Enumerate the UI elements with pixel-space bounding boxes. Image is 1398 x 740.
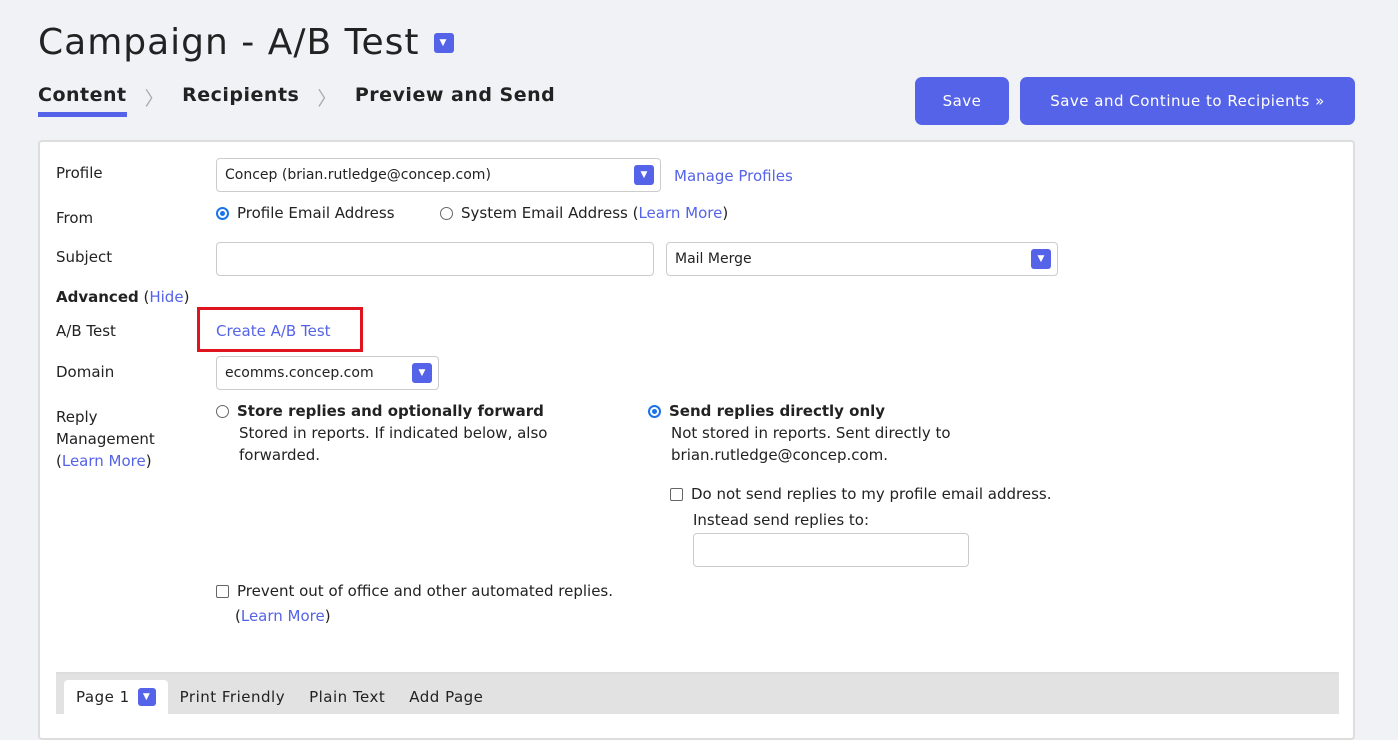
chevron-down-icon[interactable]: ▼ — [137, 688, 156, 706]
checkbox[interactable] — [670, 488, 683, 501]
radio-checked[interactable] — [216, 207, 229, 220]
chevron-down-icon: ▼ — [412, 363, 432, 383]
tab-add-page[interactable]: Add Page — [397, 680, 495, 714]
title-dropdown-icon[interactable]: ▼ — [433, 32, 454, 53]
domain-select[interactable]: ecomms.concep.com ▼ — [216, 356, 439, 390]
content-panel: Profile Concep (brian.rutledge@concep.co… — [38, 140, 1355, 740]
chevron-down-icon: ▼ — [634, 165, 654, 185]
from-profile-radio[interactable]: Profile Email Address — [216, 204, 395, 222]
learn-more-link[interactable]: Learn More — [62, 452, 146, 470]
from-system-radio[interactable]: System Email Address (Learn More) — [440, 204, 728, 222]
step-recipients[interactable]: Recipients — [182, 84, 299, 117]
radio-unchecked[interactable] — [216, 405, 229, 418]
wizard-steps: Content 〉 Recipients 〉 Preview and Send — [38, 84, 555, 117]
tab-plain-text[interactable]: Plain Text — [297, 680, 397, 714]
chevron-right-icon: 〉 — [144, 88, 165, 110]
chevron-right-icon: 〉 — [317, 88, 337, 110]
profile-label: Profile — [56, 164, 103, 182]
no-send-checkbox-row[interactable]: Do not send replies to my profile email … — [670, 485, 1051, 503]
step-content[interactable]: Content — [38, 84, 127, 117]
prevent-checkbox-row[interactable]: Prevent out of office and other automate… — [216, 582, 613, 600]
domain-label: Domain — [56, 363, 115, 381]
checkbox[interactable] — [216, 585, 229, 598]
reply-direct-option[interactable]: Send replies directly only Not stored in … — [648, 400, 951, 466]
learn-more-link[interactable]: Learn More — [241, 607, 325, 625]
hide-link[interactable]: Hide — [149, 288, 183, 306]
save-button[interactable]: Save — [915, 77, 1009, 125]
page-tabs: Page 1 ▼ Print Friendly Plain Text Add Pa… — [56, 672, 1339, 714]
profile-select[interactable]: Concep (brian.rutledge@concep.com) ▼ — [216, 158, 661, 192]
chevron-down-icon: ▼ — [1031, 249, 1051, 269]
tab-page-1[interactable]: Page 1 ▼ — [64, 680, 168, 714]
reply-store-option[interactable]: Store replies and optionally forward Stor… — [216, 400, 547, 466]
ab-test-label: A/B Test — [56, 322, 116, 340]
mail-merge-select[interactable]: Mail Merge ▼ — [666, 242, 1058, 276]
subject-label: Subject — [56, 248, 113, 266]
subject-input[interactable] — [216, 242, 654, 276]
step-preview-send[interactable]: Preview and Send — [355, 84, 555, 117]
manage-profiles-link[interactable]: Manage Profiles — [674, 167, 793, 185]
reply-management-label: Reply Management (Learn More) — [56, 408, 155, 470]
tab-print-friendly[interactable]: Print Friendly — [168, 680, 297, 714]
page-title: Campaign - A/B Test ▼ — [38, 22, 454, 63]
radio-unchecked[interactable] — [440, 207, 453, 220]
instead-email-input[interactable] — [693, 533, 969, 567]
learn-more-link[interactable]: Learn More — [638, 204, 722, 222]
from-label: From — [56, 209, 94, 227]
advanced-label: Advanced — [56, 288, 139, 306]
radio-checked[interactable] — [648, 405, 661, 418]
instead-label: Instead send replies to: — [693, 511, 870, 529]
create-ab-test-link[interactable]: Create A/B Test — [216, 322, 331, 340]
save-continue-button[interactable]: Save and Continue to Recipients » — [1020, 77, 1355, 125]
